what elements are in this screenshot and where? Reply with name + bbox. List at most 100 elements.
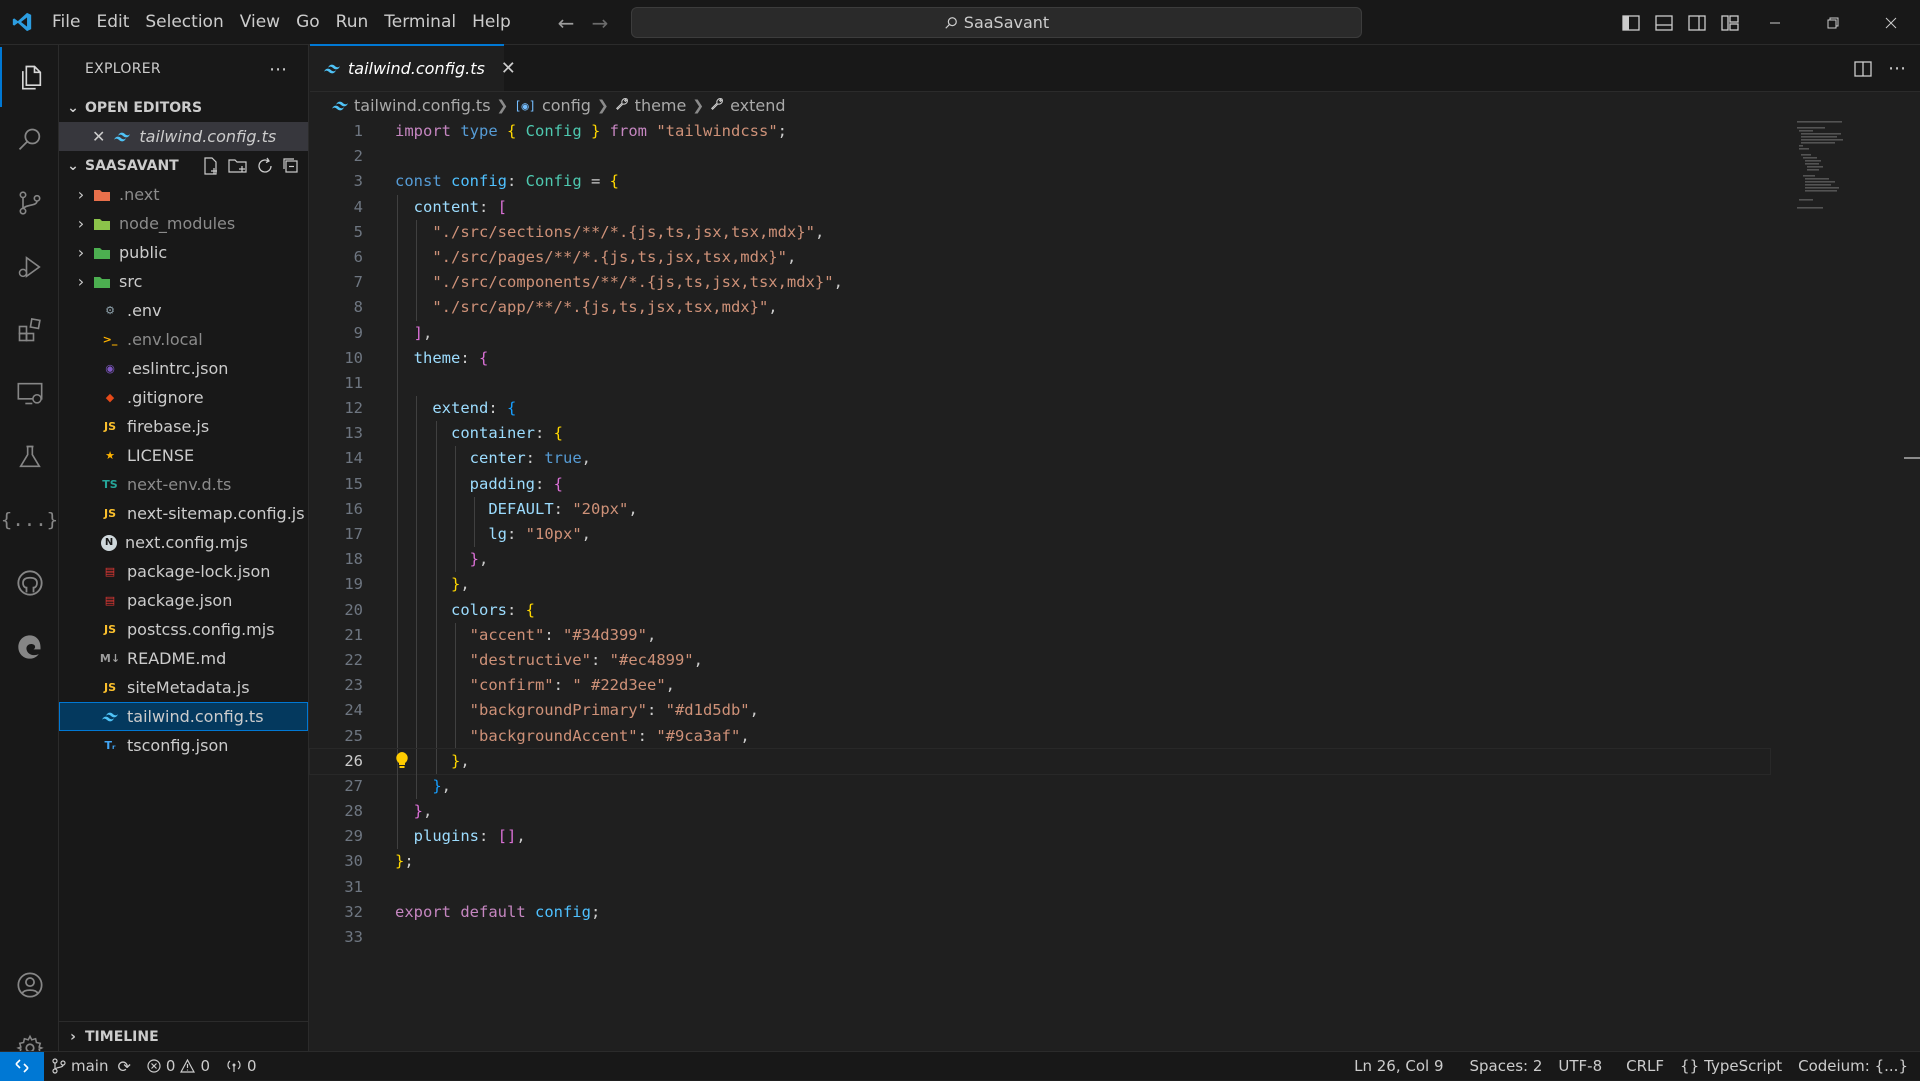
code-line[interactable]: 7 "./src/components/**/*.{js,ts,jsx,tsx,… bbox=[310, 270, 1770, 296]
close-tab-icon[interactable]: ✕ bbox=[501, 58, 516, 79]
close-window-icon[interactable] bbox=[1862, 0, 1920, 45]
folder-item[interactable]: › node_modules bbox=[59, 209, 308, 238]
forward-arrow-icon[interactable]: → bbox=[589, 11, 611, 35]
refresh-icon[interactable] bbox=[256, 157, 274, 175]
edge-browser-icon[interactable] bbox=[0, 617, 59, 677]
new-folder-icon[interactable] bbox=[228, 157, 248, 175]
file-item[interactable]: Nnext.config.mjs bbox=[59, 528, 308, 557]
code-line[interactable]: 15 padding: { bbox=[310, 471, 1770, 497]
code-line[interactable]: 29 plugins: [], bbox=[310, 824, 1770, 850]
indentation[interactable]: Spaces: 2 bbox=[1462, 1057, 1551, 1075]
menu-file[interactable]: File bbox=[44, 0, 88, 45]
code-line[interactable]: 18 }, bbox=[310, 547, 1770, 573]
codeium-status[interactable]: Codeium: {...} bbox=[1790, 1057, 1920, 1075]
menu-run[interactable]: Run bbox=[328, 0, 377, 45]
explorer-icon[interactable] bbox=[0, 47, 59, 107]
encoding[interactable]: UTF-8 bbox=[1550, 1057, 1610, 1075]
breadcrumb-config[interactable]: config bbox=[542, 96, 591, 115]
file-item[interactable]: >_ .env.local bbox=[59, 325, 308, 354]
code-line[interactable]: 9 ], bbox=[310, 320, 1770, 346]
code-line[interactable]: 24 "backgroundPrimary": "#d1d5db", bbox=[310, 698, 1770, 724]
split-editor-icon[interactable] bbox=[1854, 60, 1872, 77]
code-line[interactable]: 3 const config: Config = { bbox=[310, 169, 1770, 194]
back-arrow-icon[interactable]: ← bbox=[555, 11, 577, 35]
code-line[interactable]: 33 bbox=[310, 925, 1770, 950]
file-item[interactable]: M↓ README.md bbox=[59, 644, 308, 673]
ports-indicator[interactable]: 0 bbox=[218, 1057, 265, 1075]
minimize-icon[interactable] bbox=[1746, 0, 1804, 45]
file-item[interactable]: JS postcss.config.mjs bbox=[59, 615, 308, 644]
file-item[interactable]: ▤ package-lock.json bbox=[59, 557, 308, 586]
code-line[interactable]: 14 center: true, bbox=[310, 446, 1770, 472]
code-line[interactable]: 27 }, bbox=[310, 773, 1770, 800]
menu-selection[interactable]: Selection bbox=[137, 0, 231, 45]
code-line[interactable]: 17 lg: "10px", bbox=[310, 522, 1770, 548]
language-mode[interactable]: {} TypeScript bbox=[1672, 1057, 1790, 1075]
code-line[interactable]: 23 "confirm": " #22d3ee", bbox=[310, 673, 1770, 699]
editor-more-icon[interactable]: ⋯ bbox=[1888, 58, 1906, 79]
search-view-icon[interactable] bbox=[0, 110, 59, 170]
folder-item[interactable]: › .next bbox=[59, 180, 308, 209]
timeline-section[interactable]: › TIMELINE bbox=[59, 1021, 309, 1051]
file-item[interactable]: JS firebase.js bbox=[59, 412, 308, 441]
code-line[interactable]: 5 "./src/sections/**/*.{js,ts,jsx,tsx,md… bbox=[310, 219, 1770, 245]
code-line[interactable]: 13 container: { bbox=[310, 421, 1770, 447]
project-section[interactable]: ⌄ SAASAVANT bbox=[59, 151, 308, 180]
code-line[interactable]: 10 theme: { bbox=[310, 345, 1770, 371]
file-item[interactable]: ◆ .gitignore bbox=[59, 383, 308, 412]
code-line[interactable]: 1 import type { Config } from "tailwindcs… bbox=[310, 119, 1770, 144]
menu-view[interactable]: View bbox=[232, 0, 288, 45]
collapse-all-icon[interactable] bbox=[282, 157, 300, 175]
remote-explorer-icon[interactable] bbox=[0, 363, 59, 423]
open-editors-section[interactable]: ⌄ OPEN EDITORS bbox=[59, 93, 308, 122]
file-item[interactable]: ◉ .eslintrc.json bbox=[59, 354, 308, 383]
breadcrumb-theme[interactable]: theme bbox=[635, 96, 687, 115]
more-actions-icon[interactable]: ⋯ bbox=[269, 59, 288, 80]
code-line[interactable]: 16 DEFAULT: "20px", bbox=[310, 496, 1770, 522]
testing-icon[interactable] bbox=[0, 427, 59, 487]
file-item[interactable]: TS next-env.d.ts bbox=[59, 470, 308, 499]
file-item[interactable]: ▤ package.json bbox=[59, 586, 308, 615]
file-item[interactable]: Tᵣ tsconfig.json bbox=[59, 731, 308, 760]
remote-indicator-icon[interactable] bbox=[0, 1051, 44, 1081]
toggle-panel-icon[interactable] bbox=[1653, 12, 1674, 33]
code-line[interactable]: 25 "backgroundAccent": "#9ca3af", bbox=[310, 723, 1770, 749]
code-line[interactable]: 32 export default config; bbox=[310, 900, 1770, 925]
file-item[interactable]: JS siteMetadata.js bbox=[59, 673, 308, 702]
source-control-icon[interactable] bbox=[0, 173, 59, 233]
menu-go[interactable]: Go bbox=[288, 0, 328, 45]
new-file-icon[interactable] bbox=[202, 156, 220, 175]
github-icon[interactable] bbox=[0, 553, 59, 613]
code-line[interactable]: 11 bbox=[310, 370, 1770, 397]
file-item[interactable]: ⚙ .env bbox=[59, 296, 308, 325]
open-editor-item[interactable]: ✕ tailwind.config.ts bbox=[59, 122, 308, 151]
tab-tailwind-config[interactable]: tailwind.config.ts ✕ bbox=[310, 44, 516, 91]
code-line[interactable]: 31 bbox=[310, 875, 1770, 900]
code-line[interactable]: 20 colors: { bbox=[310, 597, 1770, 623]
breadcrumb-extend[interactable]: extend bbox=[730, 96, 785, 115]
menu-edit[interactable]: Edit bbox=[88, 0, 137, 45]
code-line[interactable]: 26 }, bbox=[309, 747, 1771, 775]
close-editor-icon[interactable]: ✕ bbox=[92, 127, 105, 146]
code-line[interactable]: 22 "destructive": "#ec4899", bbox=[310, 647, 1770, 674]
code-line[interactable]: 30}; bbox=[310, 849, 1770, 874]
lightbulb-icon[interactable] bbox=[395, 751, 411, 771]
menu-help[interactable]: Help bbox=[464, 0, 519, 45]
code-line[interactable]: 8 "./src/app/**/*.{js,ts,jsx,tsx,mdx}", bbox=[310, 295, 1770, 321]
code-line[interactable]: 12 extend: { bbox=[310, 396, 1770, 422]
toggle-secondary-sidebar-icon[interactable] bbox=[1686, 12, 1707, 33]
customize-layout-icon[interactable] bbox=[1719, 12, 1740, 33]
extensions-icon[interactable] bbox=[0, 300, 59, 360]
toggle-primary-sidebar-icon[interactable] bbox=[1620, 12, 1641, 33]
file-item[interactable]: ★ LICENSE bbox=[59, 441, 308, 470]
menu-terminal[interactable]: Terminal bbox=[376, 0, 464, 45]
end-of-line[interactable]: CRLF bbox=[1618, 1057, 1672, 1075]
run-and-debug-icon[interactable] bbox=[0, 237, 59, 297]
code-line[interactable]: 2 bbox=[310, 144, 1770, 169]
file-item[interactable]: tailwind.config.ts bbox=[59, 702, 308, 731]
folder-item[interactable]: › public bbox=[59, 238, 308, 267]
minimap[interactable] bbox=[1785, 119, 1885, 209]
folder-item[interactable]: › src bbox=[59, 267, 308, 296]
code-editor[interactable]: 1 import type { Config } from "tailwindcs… bbox=[309, 119, 1771, 950]
sync-icon[interactable]: ⟳ bbox=[117, 1057, 130, 1076]
